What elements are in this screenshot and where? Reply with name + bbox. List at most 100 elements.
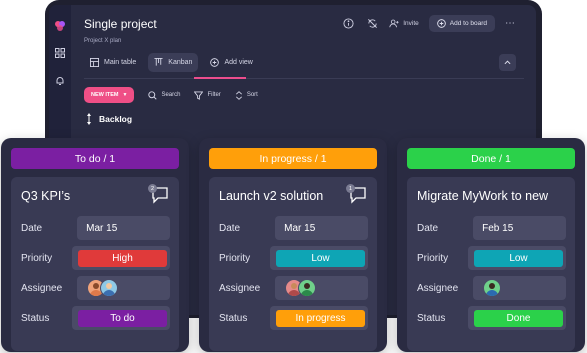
assignee-cell[interactable] [77,276,170,300]
status-cell[interactable]: Done [468,306,566,330]
avatar [298,279,317,297]
add-person-icon [389,19,399,28]
priority-cell[interactable]: Low [270,246,368,270]
project-title: Single project [84,17,157,31]
invite-label: Invite [403,20,419,27]
comment-count: 2 [148,184,157,193]
add-to-board-label: Add to board [449,20,487,27]
status-row: Status To do [21,306,170,330]
search-button[interactable]: Search [148,90,181,100]
column-header[interactable]: Done / 1 [407,148,575,169]
date-label: Date [219,222,241,234]
expand-collapse-icon [87,113,91,125]
kanban-card[interactable]: Q3 KPI’s 2 Date Mar 15 Priority High Ass… [11,177,179,351]
assignee-row: Assignee [21,276,170,300]
filter-icon [194,90,204,100]
comment-count: 1 [346,184,355,193]
kanban-column-todo: To do / 1 Q3 KPI’s 2 Date Mar 15 Priorit… [1,138,189,352]
date-value[interactable]: Mar 15 [275,216,368,240]
kanban-column-done: Done / 1 Migrate MyWork to new Date Feb … [397,138,585,352]
bell-icon[interactable] [54,75,66,87]
priority-label: Priority [417,252,449,264]
table-icon [90,58,99,67]
kanban-card[interactable]: Migrate MyWork to new Date Feb 15 Priori… [407,177,575,351]
priority-badge: High [78,249,167,267]
column-header[interactable]: In progress / 1 [209,148,377,169]
info-icon[interactable] [341,17,355,31]
status-row: Status In progress [219,306,368,330]
group-label: Backlog [99,114,133,124]
assignee-cell[interactable] [275,276,368,300]
date-row: Date Mar 15 [219,216,368,240]
chevron-up-icon [504,60,511,65]
date-value[interactable]: Mar 15 [77,216,170,240]
status-badge: In progress [276,309,365,327]
sync-off-icon[interactable] [365,17,379,31]
priority-row: Priority High [21,246,170,270]
more-options-icon[interactable]: ⋯ [505,18,516,29]
tab-add-view[interactable]: Add view [204,53,258,72]
app-logo-icon[interactable] [54,19,66,31]
tab-label: Main table [104,59,137,66]
priority-row: Priority Low [417,246,566,270]
comment-icon[interactable]: 2 [148,184,169,204]
priority-badge: Low [276,249,365,267]
project-subtitle: Project X plan [84,38,122,44]
chevron-down-icon: ▼ [122,92,128,98]
status-label: Status [417,312,446,324]
card-title: Launch v2 solution [219,189,324,203]
date-value[interactable]: Feb 15 [473,216,566,240]
status-badge: Done [474,309,563,327]
assignee-label: Assignee [417,282,459,294]
tabs-divider [84,78,524,79]
filter-label: Filter [207,92,221,98]
assignee-label: Assignee [21,282,63,294]
card-title: Q3 KPI’s [21,189,71,203]
tab-label: Add view [224,59,253,66]
view-tabs: Main table Kanban Add view [84,53,259,72]
invite-button[interactable]: Invite [389,19,419,28]
assignee-row: Assignee [417,276,566,300]
plus-circle-icon [436,19,446,28]
tab-kanban[interactable]: Kanban [148,53,199,72]
add-to-board-button[interactable]: Add to board [428,15,495,32]
filter-button[interactable]: Filter [194,90,221,100]
column-header[interactable]: To do / 1 [11,148,179,169]
kanban-card[interactable]: Launch v2 solution 1 Date Mar 15 Priorit… [209,177,377,351]
group-header[interactable]: Backlog [87,113,132,125]
status-cell[interactable]: To do [72,306,170,330]
status-label: Status [21,312,50,324]
status-cell[interactable]: In progress [270,306,368,330]
top-actions: Invite Add to board ⋯ [341,15,516,32]
date-row: Date Mar 15 [21,216,170,240]
date-row: Date Feb 15 [417,216,566,240]
date-label: Date [417,222,439,234]
board-toolbar: NEW ITEM ▼ Search Filter Sort [84,87,258,103]
sort-button[interactable]: Sort [235,90,258,100]
assignee-label: Assignee [219,282,261,294]
priority-cell[interactable]: Low [468,246,566,270]
priority-row: Priority Low [219,246,368,270]
collapse-button[interactable] [499,54,516,71]
active-tab-indicator [194,77,246,79]
sort-label: Sort [246,92,258,98]
plus-circle-icon [210,58,220,67]
priority-label: Priority [219,252,251,264]
priority-badge: Low [474,249,563,267]
search-icon [148,90,158,100]
comment-icon[interactable]: 1 [346,184,367,204]
status-badge: To do [78,309,167,327]
avatar [100,279,119,297]
search-label: Search [161,92,181,98]
new-item-button[interactable]: NEW ITEM ▼ [84,87,135,103]
status-label: Status [219,312,248,324]
avatar [483,279,502,297]
tab-main-table[interactable]: Main table [84,53,142,72]
assignee-row: Assignee [219,276,368,300]
card-title: Migrate MyWork to new [417,189,549,203]
date-label: Date [21,222,43,234]
grid-icon[interactable] [54,47,66,59]
assignee-cell[interactable] [473,276,566,300]
priority-cell[interactable]: High [72,246,170,270]
priority-label: Priority [21,252,53,264]
